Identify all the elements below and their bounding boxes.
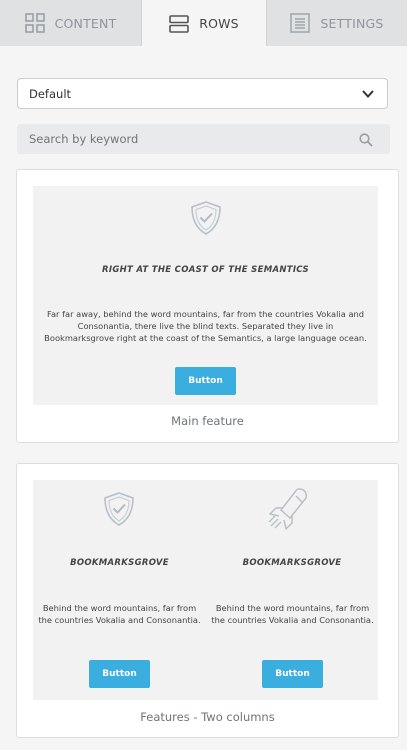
row-caption: Features - Two columns [140, 710, 275, 724]
rows-icon [169, 14, 189, 33]
layout-select-value: Default [29, 86, 72, 101]
row-preview: RIGHT AT THE COAST OF THE SEMANTICS Far … [33, 186, 378, 405]
chevron-down-icon [361, 87, 375, 104]
tab-rows[interactable]: ROWS [142, 0, 266, 47]
feature-title: RIGHT AT THE COAST OF THE SEMANTICS [102, 265, 309, 275]
column-1-title: BOOKMARKSGROVE [70, 558, 169, 568]
rocket-icon [265, 485, 313, 539]
search-icon[interactable] [359, 132, 373, 151]
feature-button[interactable]: Button [175, 367, 236, 395]
column-1-text: Behind the word mountains, far from the … [38, 603, 201, 625]
row-template-card-main-feature[interactable]: RIGHT AT THE COAST OF THE SEMANTICS Far … [16, 169, 399, 443]
column-2-button[interactable]: Button [262, 660, 323, 688]
feature-text: Far far away, behind the word mountains,… [44, 309, 367, 343]
tab-bar: CONTENT ROWS SETTINGS [0, 0, 407, 47]
row-template-card-two-columns[interactable]: BOOKMARKSGROVE Behind the word mountains… [16, 463, 399, 738]
grid-icon [24, 13, 45, 33]
settings-list-icon [290, 13, 311, 33]
search-input[interactable] [17, 132, 337, 146]
tab-settings-label: SETTINGS [320, 15, 384, 31]
layout-select[interactable]: Default [17, 78, 388, 109]
tab-content[interactable]: CONTENT [0, 0, 142, 46]
shield-check-icon [102, 491, 136, 531]
row-caption: Main feature [171, 414, 244, 428]
tab-settings[interactable]: SETTINGS [266, 0, 407, 46]
row-preview: BOOKMARKSGROVE Behind the word mountains… [33, 480, 378, 700]
column-2-title: BOOKMARKSGROVE [242, 558, 342, 568]
shield-check-icon [189, 200, 223, 240]
tab-rows-label: ROWS [199, 16, 239, 31]
search-bar [17, 124, 390, 154]
column-2-text: Behind the word mountains, far from the … [211, 603, 374, 625]
column-1-button[interactable]: Button [89, 660, 150, 688]
tab-content-label: CONTENT [54, 15, 117, 31]
